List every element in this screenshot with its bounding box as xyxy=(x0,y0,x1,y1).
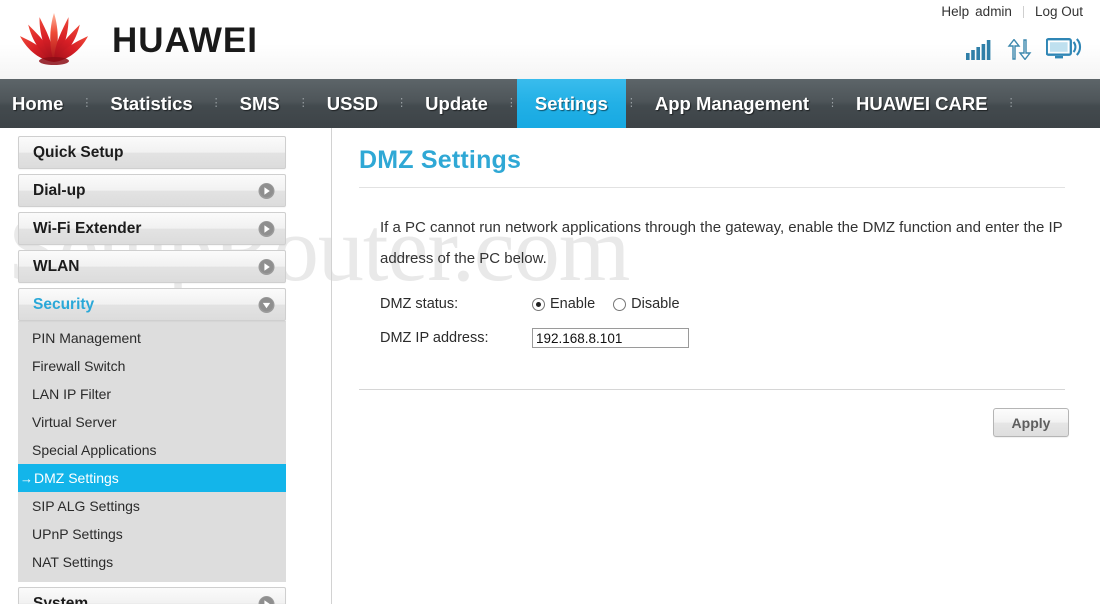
sidebar-label: Security xyxy=(33,295,95,313)
radio-enable[interactable] xyxy=(532,297,545,311)
sidebar-item-special-applications[interactable]: → Special Applications xyxy=(18,436,286,464)
sidebar-item-nat-settings[interactable]: → NAT Settings xyxy=(18,548,286,576)
dmz-status-enable-option[interactable]: Enable xyxy=(532,296,595,312)
main-panel: DMZ Settings If a PC cannot run network … xyxy=(355,128,1090,437)
chevron-down-icon xyxy=(258,296,275,313)
dmz-status-row: DMZ status: Enable Disable xyxy=(380,288,1090,320)
nav-separator: ⋮ xyxy=(625,97,637,109)
data-transfer-icon xyxy=(1007,39,1032,60)
submenu-label: SIP ALG Settings xyxy=(32,498,140,514)
submenu-label: Firewall Switch xyxy=(32,358,126,374)
page-title: DMZ Settings xyxy=(359,146,522,174)
chevron-right-icon xyxy=(258,182,275,199)
dmz-ip-input[interactable] xyxy=(532,328,689,348)
sidebar-item-sip-alg-settings[interactable]: → SIP ALG Settings xyxy=(18,492,286,520)
content-area: Quick Setup Dial-up Wi-Fi Extender WLAN … xyxy=(0,128,1100,604)
submenu-label: LAN IP Filter xyxy=(32,386,112,402)
dmz-status-radio-group: Enable Disable xyxy=(532,296,680,312)
radio-disable-label: Disable xyxy=(631,296,680,312)
submenu-label: Virtual Server xyxy=(32,414,117,430)
action-bar: Apply xyxy=(359,408,1069,437)
page-description: If a PC cannot run network applications … xyxy=(380,219,1063,267)
router-admin-page: SetupRouter.com HUAWEI Help admin Log Ou… xyxy=(0,0,1100,604)
sidebar-item-dmz-settings[interactable]: → DMZ Settings xyxy=(18,464,286,492)
sidebar-item-wifi-extender[interactable]: Wi-Fi Extender xyxy=(18,212,286,245)
nav-item-app-management[interactable]: App Management xyxy=(637,79,827,128)
submenu-label: DMZ Settings xyxy=(34,470,119,486)
sidebar-label: System xyxy=(33,594,89,604)
security-submenu: → PIN Management → Firewall Switch → LAN… xyxy=(18,321,286,582)
submenu-label: Special Applications xyxy=(32,442,157,458)
nav-item-settings[interactable]: Settings xyxy=(516,79,626,128)
submenu-label: NAT Settings xyxy=(32,554,114,570)
apply-button[interactable]: Apply xyxy=(993,408,1069,437)
huawei-flower-logo-icon xyxy=(8,12,100,68)
chevron-right-icon xyxy=(258,258,275,275)
sidebar-item-quick-setup[interactable]: Quick Setup xyxy=(18,136,286,169)
nav-separator: ⋮ xyxy=(210,97,222,109)
dmz-status-label: DMZ status: xyxy=(380,296,459,312)
help-link[interactable]: Help xyxy=(938,4,972,19)
page-header: HUAWEI Help admin Log Out xyxy=(0,0,1100,80)
dmz-ip-row: DMZ IP address: xyxy=(380,322,1090,354)
sidebar-item-virtual-server[interactable]: → Virtual Server xyxy=(18,408,286,436)
nav-separator: ⋮ xyxy=(827,97,839,109)
nav-item-home[interactable]: Home xyxy=(0,79,81,128)
sidebar-label: Wi-Fi Extender xyxy=(33,219,142,237)
sidebar-item-firewall-switch[interactable]: → Firewall Switch xyxy=(18,352,286,380)
chevron-right-icon xyxy=(258,595,275,604)
nav-item-sms[interactable]: SMS xyxy=(222,79,298,128)
brand-logo-area: HUAWEI xyxy=(8,12,258,68)
nav-item-statistics[interactable]: Statistics xyxy=(92,79,210,128)
sidebar-item-security[interactable]: Security xyxy=(18,288,286,321)
radio-enable-label: Enable xyxy=(550,296,596,312)
nav-separator: ⋮ xyxy=(297,97,309,109)
sidebar-label: WLAN xyxy=(33,257,80,275)
sidebar-item-upnp-settings[interactable]: → UPnP Settings xyxy=(18,520,286,548)
nav-separator: ⋮ xyxy=(81,97,93,109)
connected-device-icon xyxy=(1046,38,1082,60)
sidebar-item-pin-management[interactable]: → PIN Management xyxy=(18,324,286,352)
status-icon-group xyxy=(966,38,1082,60)
nav-item-ussd[interactable]: USSD xyxy=(309,79,396,128)
dmz-status-disable-option[interactable]: Disable xyxy=(613,296,680,312)
sidebar-item-wlan[interactable]: WLAN xyxy=(18,250,286,283)
signal-strength-icon xyxy=(966,40,993,60)
submenu-label: PIN Management xyxy=(32,330,141,346)
nav-separator: ⋮ xyxy=(505,97,517,109)
admin-link[interactable]: admin xyxy=(972,4,1015,19)
nav-separator: ⋮ xyxy=(396,97,408,109)
chevron-right-icon xyxy=(258,220,275,237)
sidebar-item-lan-ip-filter[interactable]: → LAN IP Filter xyxy=(18,380,286,408)
nav-item-huawei-care[interactable]: HUAWEI CARE xyxy=(838,79,1006,128)
nav-item-update[interactable]: Update xyxy=(407,79,506,128)
title-divider xyxy=(359,187,1065,188)
radio-disable[interactable] xyxy=(613,297,627,311)
brand-name: HUAWEI xyxy=(112,20,258,60)
logout-link[interactable]: Log Out xyxy=(1032,4,1086,19)
sidebar-item-dial-up[interactable]: Dial-up xyxy=(18,174,286,207)
sidebar-label: Quick Setup xyxy=(33,143,124,161)
sidebar: Quick Setup Dial-up Wi-Fi Extender WLAN … xyxy=(18,136,286,604)
submenu-label: UPnP Settings xyxy=(32,526,123,542)
header-link-divider xyxy=(1022,5,1024,18)
sidebar-label: Dial-up xyxy=(33,181,86,199)
sidebar-item-system[interactable]: System xyxy=(18,587,286,604)
header-links: Help admin Log Out xyxy=(938,4,1086,19)
nav-separator: ⋮ xyxy=(1005,97,1017,109)
form-bottom-divider xyxy=(359,389,1065,390)
selected-arrow-icon: → xyxy=(20,470,33,486)
main-navigation: Home ⋮ Statistics ⋮ SMS ⋮ USSD ⋮ Update … xyxy=(0,79,1100,128)
dmz-ip-label: DMZ IP address: xyxy=(380,330,489,346)
